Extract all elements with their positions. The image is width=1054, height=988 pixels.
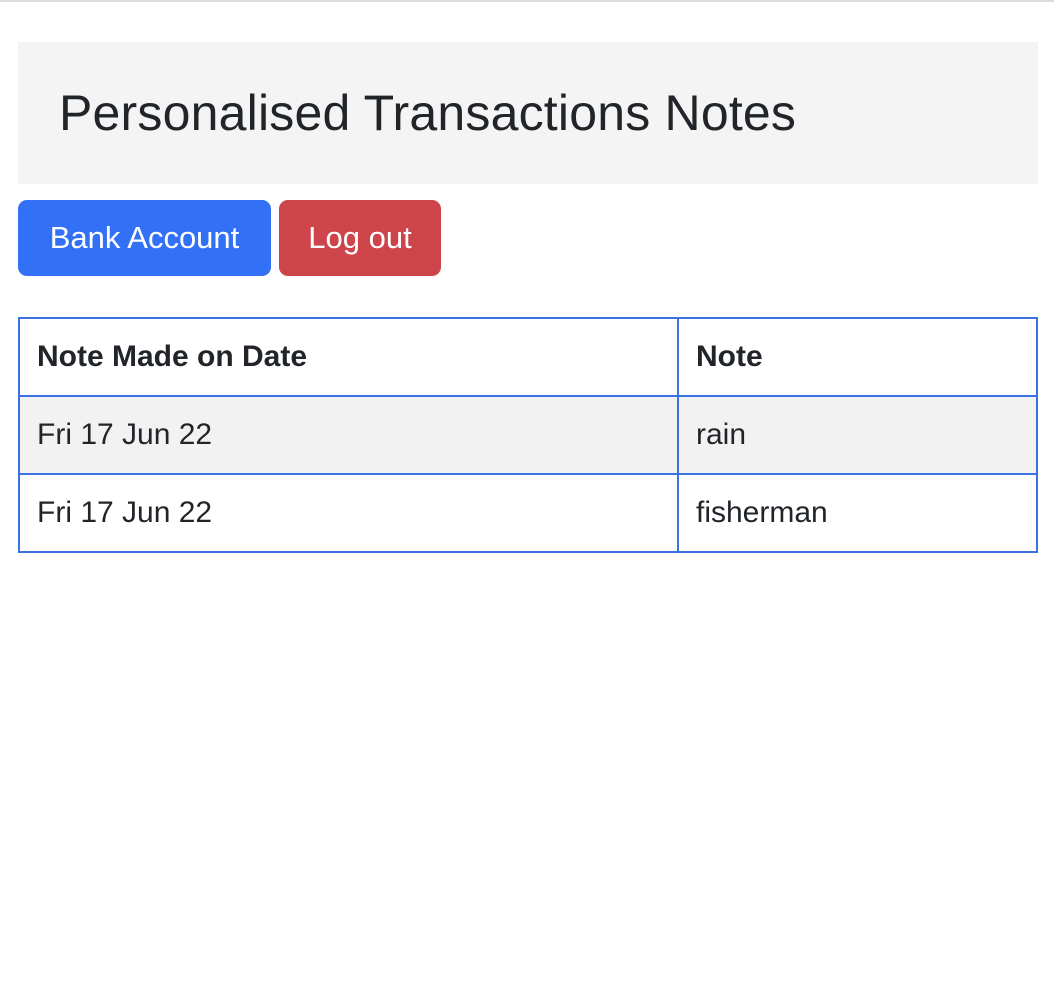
note-date-cell: Fri 17 Jun 22 — [18, 473, 679, 553]
table-header-row: Note Made on Date Note — [18, 317, 1038, 397]
note-date-cell: Fri 17 Jun 22 — [18, 395, 679, 475]
note-text-cell: rain — [677, 395, 1038, 475]
notes-table: Note Made on Date Note Fri 17 Jun 22 rai… — [18, 317, 1038, 553]
bank-account-button[interactable]: Bank Account — [18, 200, 271, 276]
table-row: Fri 17 Jun 22 fisherman — [18, 473, 1038, 553]
note-text-cell: fisherman — [677, 473, 1038, 553]
logout-button[interactable]: Log out — [279, 200, 441, 276]
action-buttons: Bank Account Log out — [18, 200, 1038, 276]
page-header: Personalised Transactions Notes — [18, 42, 1038, 184]
page-title: Personalised Transactions Notes — [59, 85, 797, 141]
notes-table-wrapper: Note Made on Date Note Fri 17 Jun 22 rai… — [18, 317, 1038, 553]
column-header-note: Note — [677, 317, 1038, 397]
page-container: Personalised Transactions Notes Bank Acc… — [18, 42, 1038, 553]
table-row: Fri 17 Jun 22 rain — [18, 395, 1038, 475]
column-header-date: Note Made on Date — [18, 317, 679, 397]
top-divider — [0, 0, 1054, 2]
